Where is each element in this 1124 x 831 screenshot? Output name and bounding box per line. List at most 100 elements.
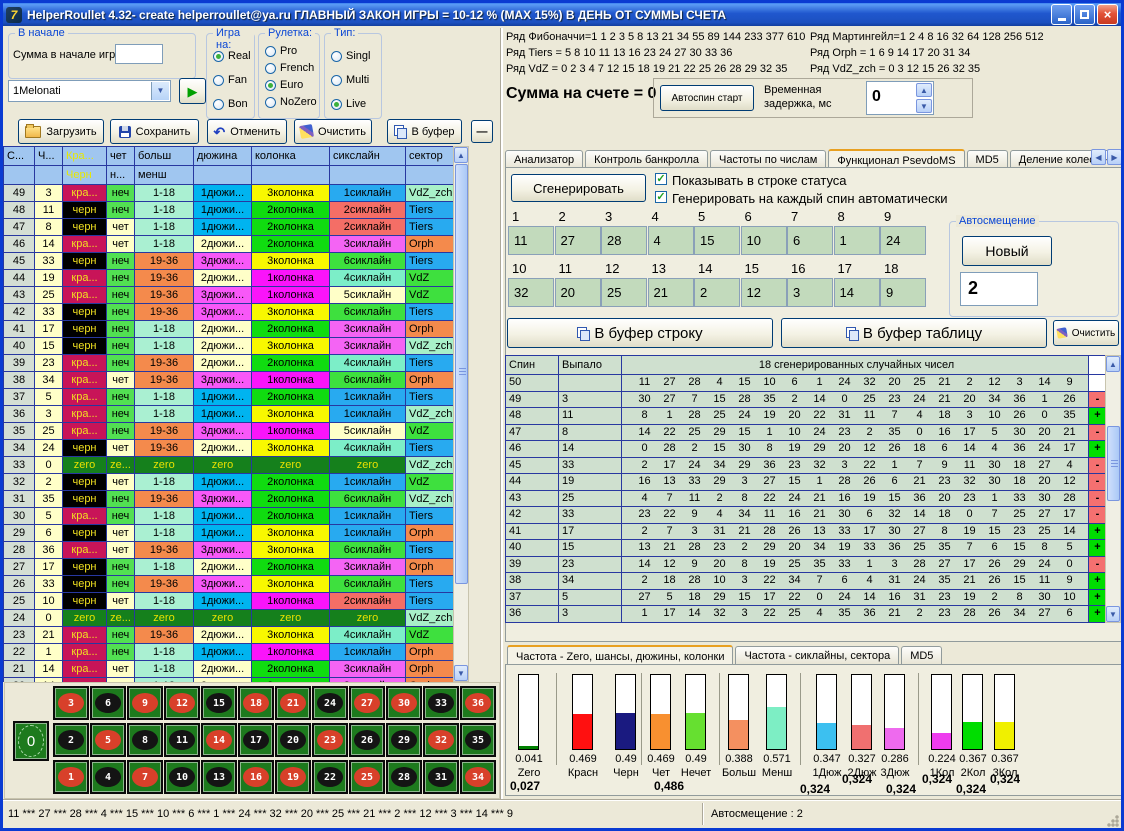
history-cell[interactable]: 1-18: [135, 474, 193, 490]
history-cell[interactable]: 2дюжи...: [194, 559, 251, 575]
board-cell-28[interactable]: 28: [386, 760, 422, 794]
history-cell[interactable]: 1дюжи...: [194, 644, 251, 660]
history-cell[interactable]: 2колонка: [252, 559, 329, 575]
history-cell[interactable]: 1дюжи...: [194, 389, 251, 405]
apply-preset-button[interactable]: ▶: [179, 78, 206, 104]
history-cell[interactable]: Orph: [406, 321, 453, 337]
history-spin-cell[interactable]: 28: [4, 542, 34, 558]
history-cell[interactable]: неч: [107, 304, 134, 320]
spins-row-spin[interactable]: 50: [506, 375, 558, 391]
history-cell[interactable]: 0: [35, 610, 62, 626]
spins-row-fell[interactable]: 17: [559, 524, 621, 540]
spins-row-spin[interactable]: 36: [506, 606, 558, 622]
history-cell[interactable]: Tiers: [406, 440, 453, 456]
history-cell[interactable]: 4сиклайн: [330, 355, 405, 371]
spins-row-fell[interactable]: 34: [559, 573, 621, 589]
history-cell[interactable]: 33: [35, 576, 62, 592]
history-spin-cell[interactable]: 29: [4, 525, 34, 541]
board-cell-4[interactable]: 4: [90, 760, 126, 794]
history-cell[interactable]: 4сиклайн: [330, 627, 405, 643]
history-cell[interactable]: 0: [35, 457, 62, 473]
board-cell-31[interactable]: 31: [423, 760, 459, 794]
spins-row-numbers[interactable]: 1171432322254353621223282634276: [622, 606, 1088, 622]
history-cell[interactable]: 1колонка: [252, 423, 329, 439]
spins-row-spin[interactable]: 46: [506, 441, 558, 457]
board-cell-12[interactable]: 12: [164, 686, 200, 720]
history-cell[interactable]: 3колонка: [252, 525, 329, 541]
history-cell[interactable]: 3сиклайн: [330, 559, 405, 575]
board-cell-26[interactable]: 26: [349, 723, 385, 757]
history-cell[interactable]: неч: [107, 627, 134, 643]
maximize-button[interactable]: [1074, 4, 1095, 25]
history-cell[interactable]: 25: [35, 287, 62, 303]
history-cell[interactable]: 1сиклайн: [330, 474, 405, 490]
buffer-table-button[interactable]: В буфер таблицу: [781, 318, 1047, 348]
history-spin-cell[interactable]: 32: [4, 474, 34, 490]
history-cell[interactable]: 1дюжи...: [194, 219, 251, 235]
history-cell[interactable]: 1сиклайн: [330, 644, 405, 660]
history-cell[interactable]: чет: [107, 661, 134, 677]
history-cell[interactable]: Tiers: [406, 355, 453, 371]
history-cell[interactable]: 1-18: [135, 202, 193, 218]
history-cell[interactable]: 1дюжи...: [194, 525, 251, 541]
history-cell[interactable]: ze...: [107, 610, 134, 626]
grid-value-cell[interactable]: 6: [787, 226, 833, 255]
board-cell-13[interactable]: 13: [201, 760, 237, 794]
start-sum-input[interactable]: [115, 44, 163, 64]
grid-value-cell[interactable]: 24: [880, 226, 926, 255]
history-cell[interactable]: 3дюжи...: [194, 423, 251, 439]
history-cell[interactable]: 2сиклайн: [330, 593, 405, 609]
history-cell[interactable]: 19-36: [135, 355, 193, 371]
history-cell[interactable]: 6: [35, 525, 62, 541]
history-cell[interactable]: VdZ: [406, 270, 453, 286]
history-spin-cell[interactable]: 30: [4, 508, 34, 524]
history-cell[interactable]: Orph: [406, 661, 453, 677]
history-cell[interactable]: 1дюжи...: [194, 593, 251, 609]
history-cell[interactable]: 1-18: [135, 559, 193, 575]
spins-row-spin[interactable]: 42: [506, 507, 558, 523]
spins-scroll-thumb[interactable]: [1107, 426, 1120, 501]
grid-value-cell[interactable]: 2: [694, 278, 740, 307]
spins-row-fell[interactable]: 3: [559, 392, 621, 408]
radio-bon[interactable]: Bon: [213, 98, 248, 110]
history-cell[interactable]: 2колонка: [252, 236, 329, 252]
history-cell[interactable]: 6сиклайн: [330, 372, 405, 388]
history-cell[interactable]: 2колонка: [252, 661, 329, 677]
history-table-scrollbar[interactable]: ▲ ▼: [453, 146, 469, 682]
spins-row-fell[interactable]: 8: [559, 425, 621, 441]
history-cell[interactable]: VdZ_zch: [406, 457, 453, 473]
history-cell[interactable]: Orph: [406, 525, 453, 541]
spins-row-fell[interactable]: 25: [559, 491, 621, 507]
history-cell[interactable]: 3колонка: [252, 627, 329, 643]
history-cell[interactable]: неч: [107, 185, 134, 201]
grid-value-cell[interactable]: 12: [741, 278, 787, 307]
history-cell[interactable]: 5: [35, 389, 62, 405]
history-cell[interactable]: черн: [63, 559, 106, 575]
delay-up-icon[interactable]: ▲: [916, 83, 932, 97]
clear-button[interactable]: Очистить: [294, 119, 372, 144]
grid-value-cell[interactable]: 9: [880, 278, 926, 307]
board-cell-17[interactable]: 17: [238, 723, 274, 757]
history-cell[interactable]: чет: [107, 219, 134, 235]
history-cell[interactable]: кра...: [63, 236, 106, 252]
history-cell[interactable]: 14: [35, 661, 62, 677]
history-cell[interactable]: 36: [35, 542, 62, 558]
board-cell-27[interactable]: 27: [349, 686, 385, 720]
history-cell[interactable]: 5: [35, 508, 62, 524]
buffer-row-button[interactable]: В буфер строку: [507, 318, 773, 348]
radio-fan[interactable]: Fan: [213, 74, 247, 86]
board-cell-23[interactable]: 23: [312, 723, 348, 757]
board-cell-18[interactable]: 18: [238, 686, 274, 720]
history-cell[interactable]: 4сиклайн: [330, 440, 405, 456]
history-cell[interactable]: 2колонка: [252, 219, 329, 235]
history-cell[interactable]: 15: [35, 338, 62, 354]
history-cell[interactable]: черн: [63, 576, 106, 592]
history-cell[interactable]: чет: [107, 525, 134, 541]
board-cell-11[interactable]: 11: [164, 723, 200, 757]
history-cell[interactable]: 5сиклайн: [330, 423, 405, 439]
history-cell[interactable]: 2дюжи...: [194, 627, 251, 643]
undo-button[interactable]: ↶Отменить: [207, 119, 287, 144]
history-cell[interactable]: кра...: [63, 423, 106, 439]
history-cell[interactable]: 1колонка: [252, 372, 329, 388]
board-cell-32[interactable]: 32: [423, 723, 459, 757]
